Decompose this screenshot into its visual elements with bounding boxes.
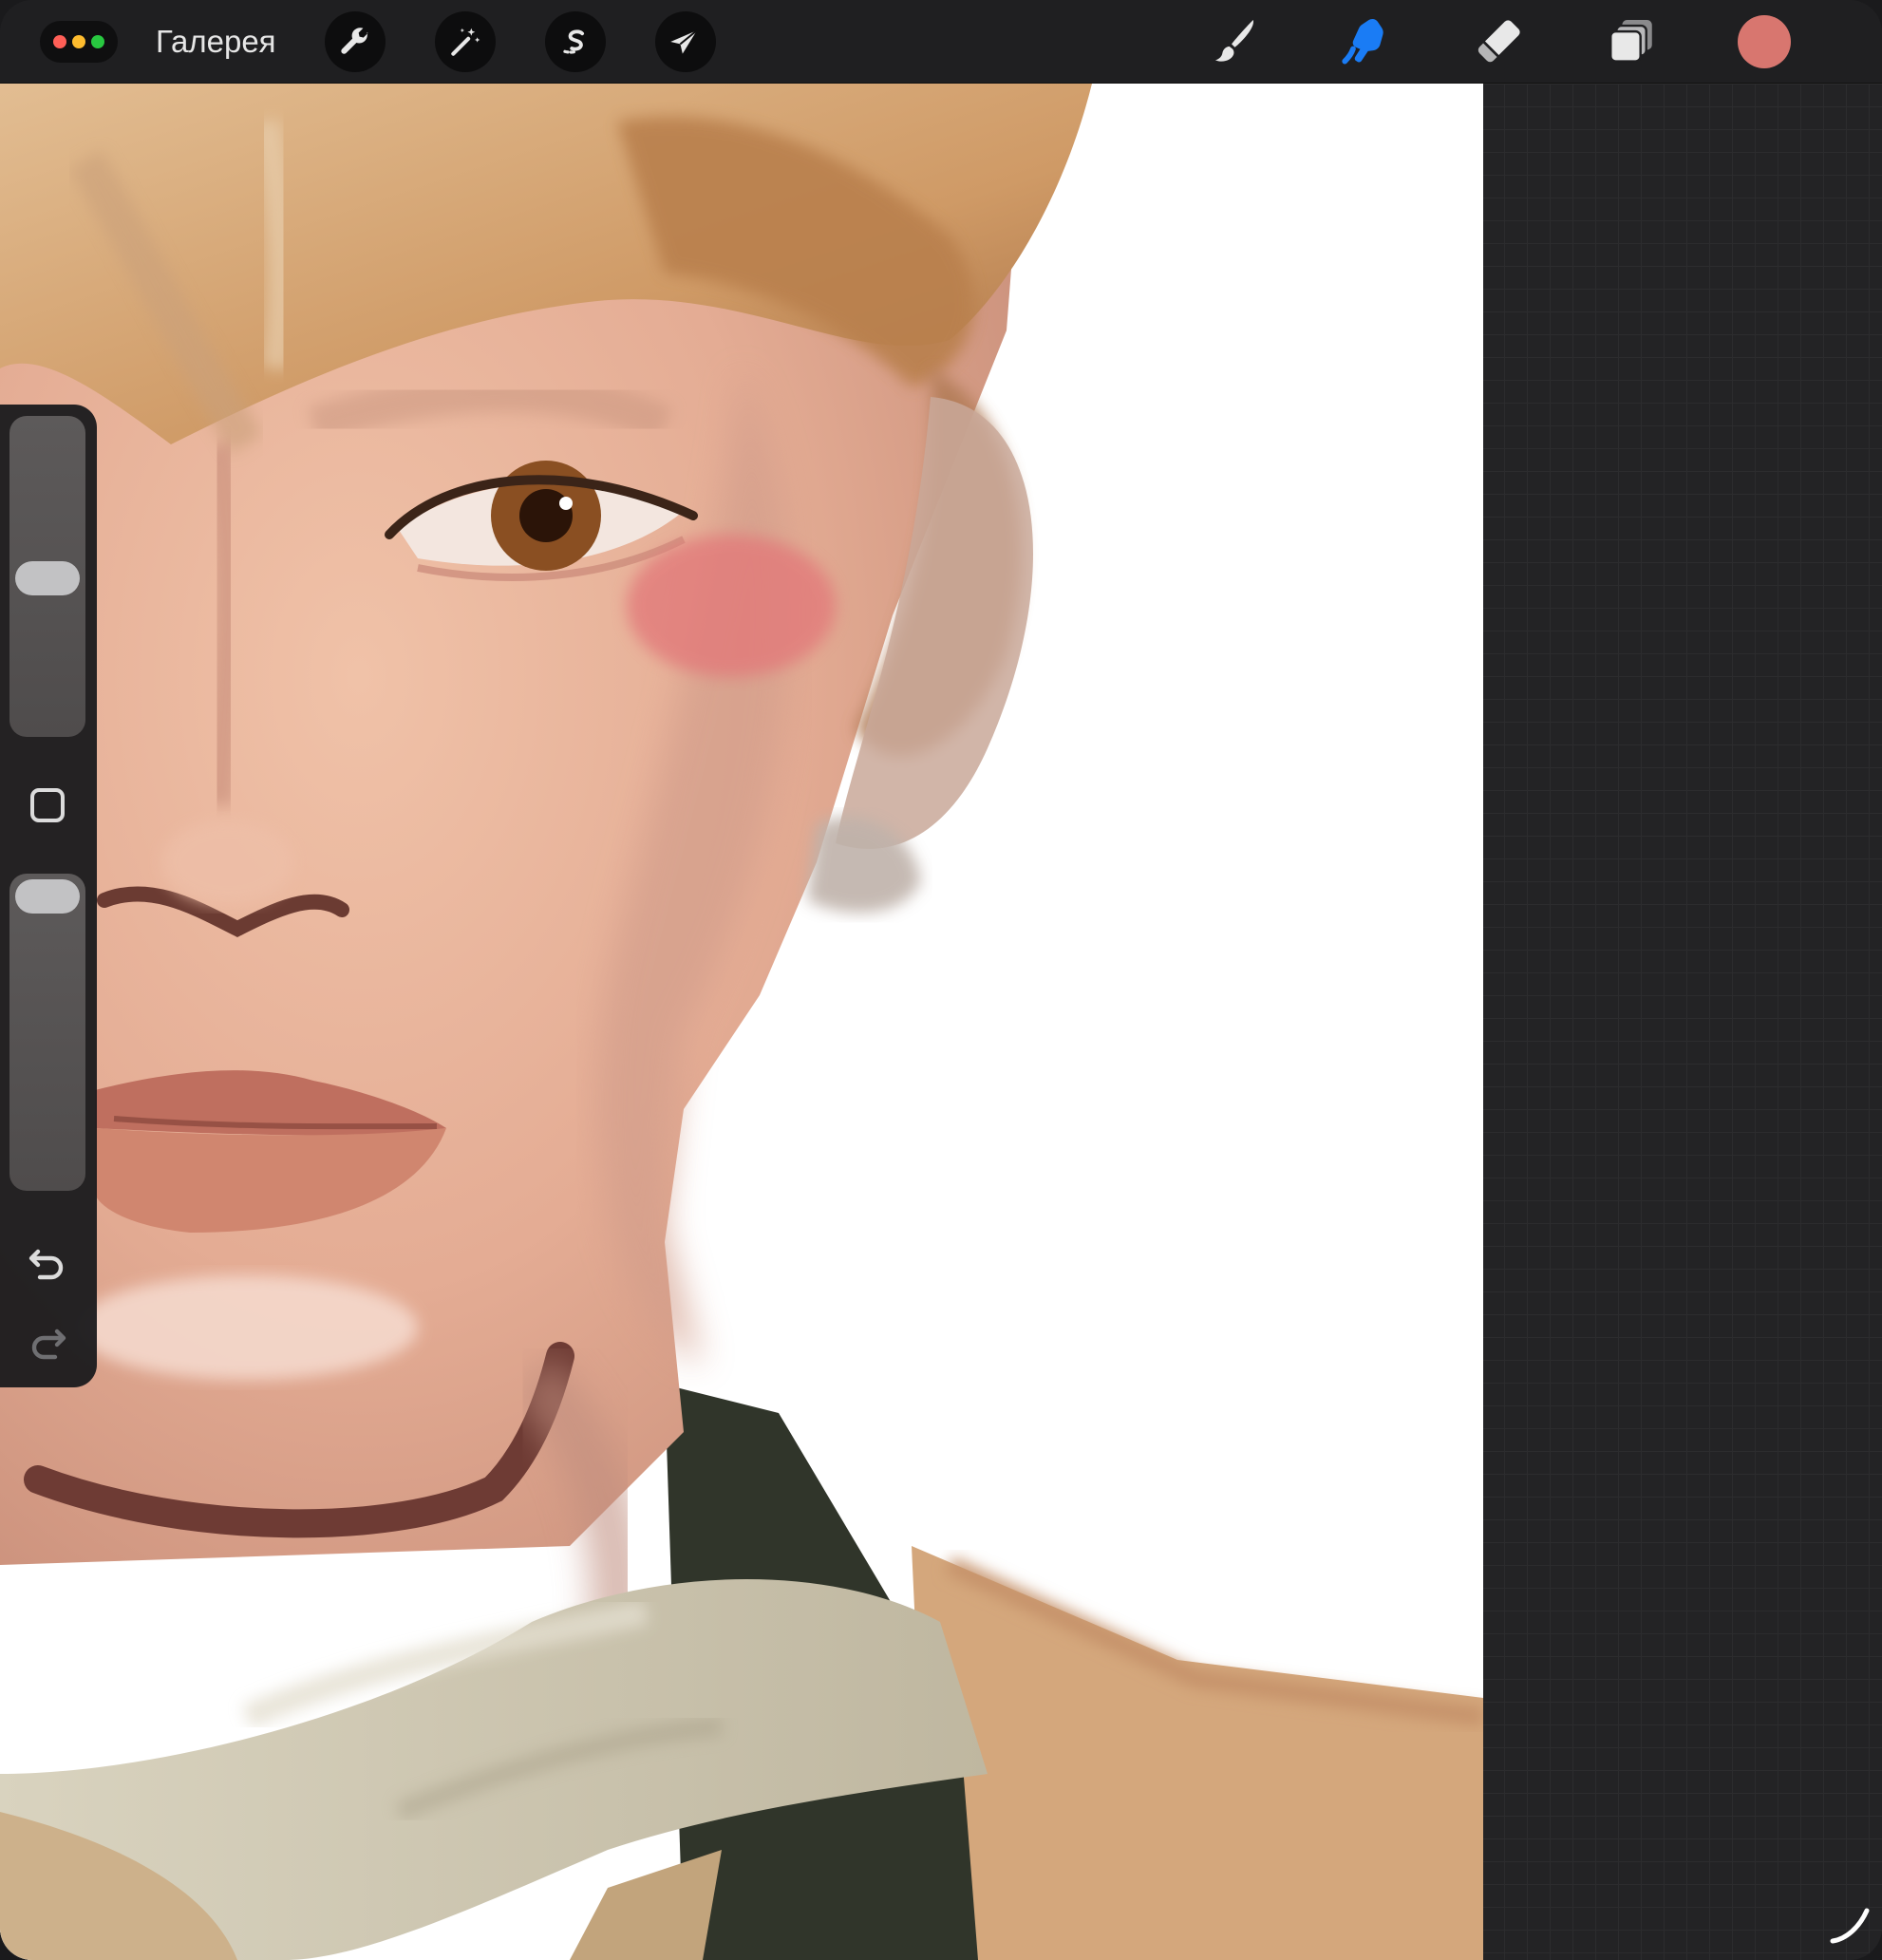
redo-button[interactable] (21, 1316, 74, 1369)
selection-s-icon (563, 29, 585, 54)
artwork-canvas[interactable] (0, 84, 1483, 1960)
smudge-tool-button[interactable] (1337, 15, 1394, 68)
undo-icon (28, 1249, 64, 1280)
opacity-slider[interactable] (9, 874, 85, 1191)
resize-handle-icon[interactable] (1825, 1901, 1873, 1949)
modify-button[interactable] (21, 779, 74, 832)
portrait-painting (0, 84, 1483, 1960)
transform-button[interactable] (655, 11, 716, 72)
brush-size-thumb[interactable] (15, 561, 80, 595)
redo-icon (31, 1329, 66, 1360)
arrow-cursor-icon (670, 29, 698, 54)
wrench-icon (341, 28, 368, 54)
brush-size-slider[interactable] (9, 416, 85, 737)
eraser-tool-button[interactable] (1470, 15, 1527, 68)
brush-icon (1214, 20, 1254, 62)
zoom-window-button[interactable] (91, 35, 104, 48)
top-toolbar: Галерея (0, 0, 1882, 84)
layers-icon (1609, 20, 1652, 63)
color-picker-swatch[interactable] (1738, 15, 1791, 68)
close-window-button[interactable] (53, 35, 66, 48)
selection-button[interactable] (545, 11, 606, 72)
left-sidebar (0, 405, 97, 1387)
magic-wand-icon (451, 28, 480, 56)
eraser-icon (1477, 20, 1520, 63)
actions-button[interactable] (325, 11, 386, 72)
canvas-area[interactable] (0, 84, 1882, 1960)
brush-tool-button[interactable] (1204, 15, 1261, 68)
smudge-finger-icon (1342, 18, 1383, 65)
layers-button[interactable] (1603, 15, 1660, 68)
opacity-thumb[interactable] (15, 879, 80, 914)
minimize-window-button[interactable] (72, 35, 85, 48)
window-controls[interactable] (40, 21, 118, 63)
gallery-button[interactable]: Галерея (156, 23, 276, 61)
square-modify-icon (30, 788, 65, 822)
undo-button[interactable] (21, 1236, 74, 1290)
procreate-window: Галерея (0, 0, 1882, 1960)
adjustments-button[interactable] (435, 11, 496, 72)
